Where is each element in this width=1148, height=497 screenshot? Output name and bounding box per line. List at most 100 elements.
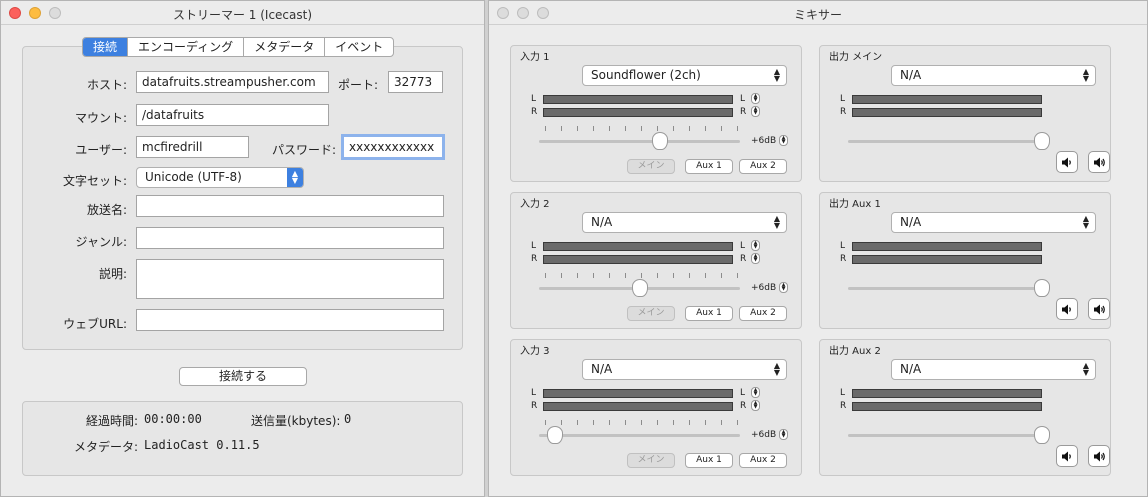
gain-slider-knob[interactable]	[547, 426, 564, 444]
gain-tick	[657, 273, 658, 278]
input-channel-l-label-right: L	[740, 94, 746, 104]
output-title: 出力 メイン	[829, 52, 883, 63]
input-balance-stepper-r[interactable]: ▲ ▼	[751, 106, 760, 117]
gain-tick	[561, 126, 562, 131]
gain-tick	[545, 273, 546, 278]
tab-encoding[interactable]: エンコーディング	[128, 38, 245, 56]
host-label: ホスト:	[86, 78, 127, 92]
volume-low-icon[interactable]	[1056, 445, 1078, 467]
gain-tick	[593, 273, 594, 278]
input-channel-r-label-right: R	[740, 401, 747, 411]
output-panel: 出力 Aux 2 N/A ▲ ▼ L R	[819, 339, 1111, 476]
gain-tick	[561, 420, 562, 425]
output-device-select-value: N/A	[900, 68, 922, 82]
gain-slider-knob[interactable]	[651, 132, 668, 150]
url-field[interactable]	[136, 309, 444, 331]
output-device-select[interactable]: N/A ▲ ▼	[891, 212, 1096, 233]
password-field[interactable]: xxxxxxxxxxxx	[341, 134, 445, 160]
input-device-select[interactable]: N/A ▲ ▼	[582, 212, 787, 233]
gain-tick	[737, 273, 738, 278]
route-aux2-button[interactable]: Aux 2	[739, 306, 787, 321]
tab-connection[interactable]: 接続	[83, 38, 129, 56]
gain-tick	[625, 420, 626, 425]
chevron-updown-icon: ▲ ▼	[773, 361, 780, 377]
volume-slider-knob[interactable]	[1034, 426, 1050, 444]
input-balance-stepper-r[interactable]: ▲ ▼	[751, 400, 760, 411]
gain-tick	[721, 420, 722, 425]
host-field[interactable]: datafruits.streampusher.com	[136, 71, 329, 93]
output-device-select[interactable]: N/A ▲ ▼	[891, 65, 1096, 86]
route-aux2-button[interactable]: Aux 2	[739, 159, 787, 174]
volume-high-icon[interactable]	[1088, 298, 1110, 320]
route-aux1-button[interactable]: Aux 1	[685, 306, 733, 321]
input-device-select-value: N/A	[591, 362, 613, 376]
input-balance-stepper-r[interactable]: ▲ ▼	[751, 253, 760, 264]
output-device-select[interactable]: N/A ▲ ▼	[891, 359, 1096, 380]
input-balance-stepper-l[interactable]: ▲ ▼	[751, 240, 760, 251]
charset-select[interactable]: Unicode (UTF-8) ▲ ▼	[136, 167, 304, 188]
gain-slider-track[interactable]	[539, 140, 740, 143]
output-channel-l-label: L	[840, 388, 846, 398]
input-meter-r	[543, 402, 733, 411]
chevron-updown-icon: ▲ ▼	[773, 67, 780, 83]
volume-slider-track[interactable]	[848, 434, 1042, 437]
gain-slider-knob[interactable]	[631, 279, 648, 297]
volume-low-icon[interactable]	[1056, 151, 1078, 173]
volume-slider-knob[interactable]	[1034, 132, 1050, 150]
mount-label: マウント:	[74, 111, 127, 125]
volume-high-icon[interactable]	[1088, 151, 1110, 173]
volume-high-icon[interactable]	[1088, 445, 1110, 467]
input-title: 入力 2	[520, 199, 550, 210]
input-device-select[interactable]: Soundflower (2ch) ▲ ▼	[582, 65, 787, 86]
volume-slider-track[interactable]	[848, 287, 1042, 290]
mount-field[interactable]: /datafruits	[136, 104, 329, 126]
gain-tick	[577, 273, 578, 278]
url-label: ウェブURL:	[63, 317, 127, 331]
input-device-select[interactable]: N/A ▲ ▼	[582, 359, 787, 380]
user-field[interactable]: mcfiredrill	[136, 136, 249, 158]
input-balance-stepper-l[interactable]: ▲ ▼	[751, 387, 760, 398]
gain-tick	[657, 126, 658, 131]
gain-stepper[interactable]: ▲ ▼	[779, 429, 788, 440]
sent-label: 送信量(kbytes):	[251, 414, 341, 428]
route-main-button[interactable]: メイン	[627, 306, 675, 321]
volume-low-icon[interactable]	[1056, 298, 1078, 320]
input-meter-l	[543, 389, 733, 398]
route-aux1-button[interactable]: Aux 1	[685, 453, 733, 468]
gain-stepper[interactable]: ▲ ▼	[779, 135, 788, 146]
connect-button[interactable]: 接続する	[179, 367, 307, 386]
gain-tick	[593, 420, 594, 425]
tab-events[interactable]: イベント	[325, 38, 393, 56]
password-label: パスワード:	[271, 143, 336, 157]
streamer-titlebar: ストリーマー 1 (Icecast)	[1, 1, 484, 25]
gain-scale	[545, 126, 738, 132]
input-panel: 入力 1 Soundflower (2ch) ▲ ▼ L L ▲ ▼ R R ▲ ▼ +6dB ▲ ▼ メイン…	[510, 45, 802, 182]
input-meter-l	[543, 95, 733, 104]
tab-metadata[interactable]: メタデータ	[244, 38, 326, 56]
port-field[interactable]: 32773	[388, 71, 443, 93]
output-channel-r-label: R	[840, 254, 847, 264]
gain-tick	[673, 273, 674, 278]
volume-slider-track[interactable]	[848, 140, 1042, 143]
genre-field[interactable]	[136, 227, 444, 249]
gain-tick	[641, 420, 642, 425]
port-label: ポート:	[337, 78, 378, 92]
volume-slider-knob[interactable]	[1034, 279, 1050, 297]
route-main-button[interactable]: メイン	[627, 159, 675, 174]
input-channel-l-label: L	[531, 241, 537, 251]
description-field[interactable]	[136, 259, 444, 299]
output-title: 出力 Aux 2	[829, 346, 881, 357]
route-aux1-button[interactable]: Aux 1	[685, 159, 733, 174]
input-title: 入力 1	[520, 52, 550, 63]
route-main-button[interactable]: メイン	[627, 453, 675, 468]
gain-tick	[577, 126, 578, 131]
route-aux2-button[interactable]: Aux 2	[739, 453, 787, 468]
gain-tick	[625, 273, 626, 278]
gain-tick	[721, 126, 722, 131]
gain-tick	[545, 126, 546, 131]
gain-slider-track[interactable]	[539, 434, 740, 437]
gain-stepper[interactable]: ▲ ▼	[779, 282, 788, 293]
meta-value: LadioCast 0.11.5	[144, 438, 260, 452]
name-field[interactable]	[136, 195, 444, 217]
input-balance-stepper-l[interactable]: ▲ ▼	[751, 93, 760, 104]
